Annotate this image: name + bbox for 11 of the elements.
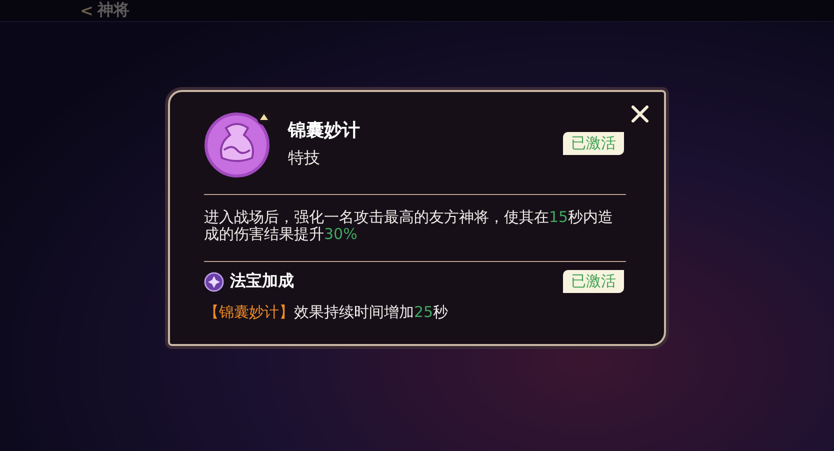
status-badge: 已激活 xyxy=(563,270,624,293)
status-badge: 已激活 xyxy=(563,132,624,154)
bonus-effect: 【锦囊妙计】效果持续时间增加25秒 xyxy=(204,303,450,322)
close-icon[interactable] xyxy=(630,104,650,124)
skill-type: 特技 xyxy=(288,148,321,168)
skill-description: 进入战场后，强化一名攻击最高的友方神将，使其在15秒内造成的伤害结果提升30% xyxy=(204,209,614,243)
bonus-title: 法宝加成 xyxy=(230,271,295,292)
page-title: 神将 xyxy=(97,0,130,21)
treasure-icon xyxy=(204,272,224,292)
skill-name: 锦囊妙计 xyxy=(288,118,361,142)
back-button[interactable]: < xyxy=(80,1,94,20)
